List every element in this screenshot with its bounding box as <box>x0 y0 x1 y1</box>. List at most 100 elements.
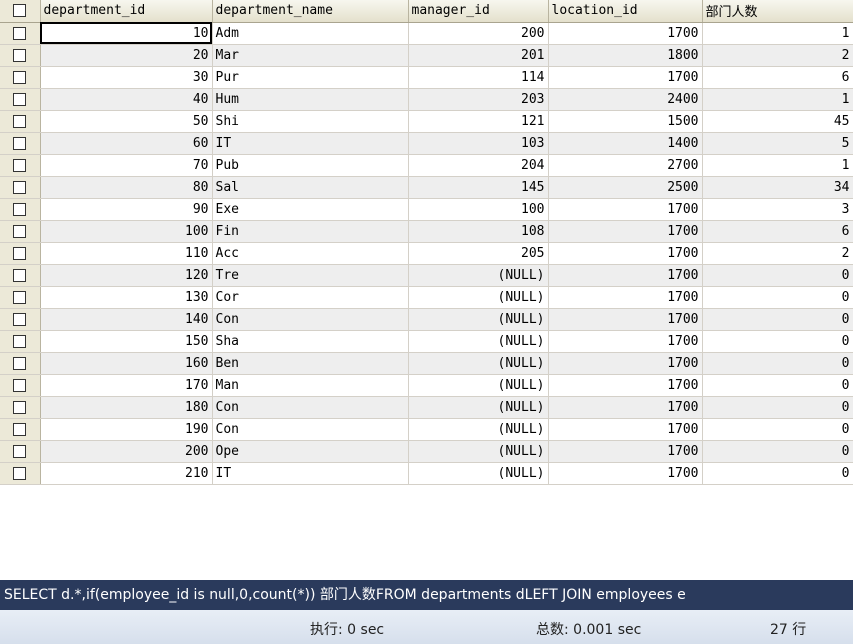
table-cell[interactable]: 1700 <box>548 198 703 221</box>
table-cell[interactable]: 1400 <box>548 132 703 155</box>
table-cell[interactable]: 145 <box>408 176 549 199</box>
table-cell[interactable]: 1700 <box>548 374 703 397</box>
table-cell[interactable]: 80 <box>40 176 213 199</box>
table-cell[interactable]: 0 <box>702 286 853 309</box>
table-row[interactable]: 20 Mar 201 1800 2 <box>0 44 853 67</box>
table-row[interactable]: 30 Pur 114 1700 6 <box>0 66 853 89</box>
table-cell[interactable]: 103 <box>408 132 549 155</box>
table-cell[interactable]: IT <box>212 132 409 155</box>
row-checkbox[interactable] <box>0 308 41 331</box>
table-cell[interactable]: 121 <box>408 110 549 133</box>
column-header-department-name[interactable]: department_name <box>212 0 409 23</box>
table-cell[interactable]: 45 <box>702 110 853 133</box>
table-cell[interactable]: Hum <box>212 88 409 111</box>
table-cell[interactable]: 1700 <box>548 418 703 441</box>
table-cell[interactable]: 210 <box>40 462 213 485</box>
row-checkbox[interactable] <box>0 22 41 45</box>
table-cell[interactable]: 2400 <box>548 88 703 111</box>
table-cell[interactable]: 108 <box>408 220 549 243</box>
table-cell[interactable]: 2 <box>702 242 853 265</box>
table-cell[interactable]: 1700 <box>548 396 703 419</box>
table-cell[interactable]: Fin <box>212 220 409 243</box>
table-cell[interactable]: 2500 <box>548 176 703 199</box>
table-cell[interactable]: 2 <box>702 44 853 67</box>
table-cell[interactable]: 190 <box>40 418 213 441</box>
table-cell[interactable]: 1700 <box>548 330 703 353</box>
row-checkbox[interactable] <box>0 176 41 199</box>
table-cell[interactable]: 20 <box>40 44 213 67</box>
table-cell[interactable]: 1500 <box>548 110 703 133</box>
table-cell[interactable]: 60 <box>40 132 213 155</box>
row-checkbox[interactable] <box>0 220 41 243</box>
table-cell[interactable]: 0 <box>702 462 853 485</box>
table-cell[interactable]: 6 <box>702 66 853 89</box>
table-cell[interactable]: 100 <box>40 220 213 243</box>
table-cell[interactable]: 34 <box>702 176 853 199</box>
table-row[interactable]: 40 Hum 203 2400 1 <box>0 88 853 111</box>
column-header-department-id[interactable]: department_id <box>40 0 213 23</box>
table-cell[interactable]: 0 <box>702 330 853 353</box>
row-checkbox[interactable] <box>0 66 41 89</box>
table-cell[interactable]: Tre <box>212 264 409 287</box>
table-row[interactable]: 200 Ope (NULL) 1700 0 <box>0 440 853 463</box>
table-row[interactable]: 100 Fin 108 1700 6 <box>0 220 853 243</box>
table-cell[interactable]: 70 <box>40 154 213 177</box>
table-cell[interactable]: (NULL) <box>408 308 549 331</box>
table-cell[interactable]: 1 <box>702 88 853 111</box>
table-cell[interactable]: Sal <box>212 176 409 199</box>
table-cell[interactable]: Man <box>212 374 409 397</box>
row-checkbox[interactable] <box>0 286 41 309</box>
table-row[interactable]: 50 Shi 121 1500 45 <box>0 110 853 133</box>
table-cell[interactable]: 200 <box>40 440 213 463</box>
table-cell[interactable]: 1700 <box>548 220 703 243</box>
table-cell[interactable]: 205 <box>408 242 549 265</box>
table-cell[interactable]: 1 <box>702 22 853 45</box>
row-checkbox[interactable] <box>0 198 41 221</box>
row-checkbox[interactable] <box>0 440 41 463</box>
table-row[interactable]: 160 Ben (NULL) 1700 0 <box>0 352 853 375</box>
table-row[interactable]: 70 Pub 204 2700 1 <box>0 154 853 177</box>
row-checkbox[interactable] <box>0 88 41 111</box>
table-row[interactable]: 60 IT 103 1400 5 <box>0 132 853 155</box>
table-cell[interactable]: 204 <box>408 154 549 177</box>
table-cell[interactable]: Pur <box>212 66 409 89</box>
table-cell[interactable]: 1700 <box>548 242 703 265</box>
table-row[interactable]: 130 Cor (NULL) 1700 0 <box>0 286 853 309</box>
select-all-checkbox[interactable] <box>0 0 41 23</box>
table-row[interactable]: 210 IT (NULL) 1700 0 <box>0 462 853 485</box>
table-cell[interactable]: 110 <box>40 242 213 265</box>
table-cell[interactable]: Pub <box>212 154 409 177</box>
table-cell[interactable]: 203 <box>408 88 549 111</box>
table-row[interactable]: 190 Con (NULL) 1700 0 <box>0 418 853 441</box>
table-cell[interactable]: Cor <box>212 286 409 309</box>
row-checkbox[interactable] <box>0 110 41 133</box>
table-cell[interactable]: Con <box>212 418 409 441</box>
row-checkbox[interactable] <box>0 242 41 265</box>
table-cell[interactable]: (NULL) <box>408 440 549 463</box>
table-cell[interactable]: 170 <box>40 374 213 397</box>
row-checkbox[interactable] <box>0 154 41 177</box>
table-cell[interactable]: Con <box>212 396 409 419</box>
table-cell[interactable]: Adm <box>212 22 409 45</box>
table-row[interactable]: 180 Con (NULL) 1700 0 <box>0 396 853 419</box>
table-cell[interactable]: 50 <box>40 110 213 133</box>
row-checkbox[interactable] <box>0 352 41 375</box>
table-cell[interactable]: Sha <box>212 330 409 353</box>
table-cell[interactable]: 130 <box>40 286 213 309</box>
table-cell[interactable]: Mar <box>212 44 409 67</box>
table-row[interactable]: 170 Man (NULL) 1700 0 <box>0 374 853 397</box>
table-cell[interactable]: 2700 <box>548 154 703 177</box>
table-cell[interactable]: 5 <box>702 132 853 155</box>
table-cell[interactable]: Con <box>212 308 409 331</box>
table-cell[interactable]: IT <box>212 462 409 485</box>
table-cell[interactable]: 180 <box>40 396 213 419</box>
row-checkbox[interactable] <box>0 44 41 67</box>
column-header-location-id[interactable]: location_id <box>548 0 703 23</box>
table-cell[interactable]: 200 <box>408 22 549 45</box>
table-cell[interactable]: 114 <box>408 66 549 89</box>
table-row[interactable]: 80 Sal 145 2500 34 <box>0 176 853 199</box>
table-cell[interactable]: Ope <box>212 440 409 463</box>
table-cell[interactable]: 1 <box>702 154 853 177</box>
table-cell[interactable]: 120 <box>40 264 213 287</box>
table-cell[interactable]: 150 <box>40 330 213 353</box>
